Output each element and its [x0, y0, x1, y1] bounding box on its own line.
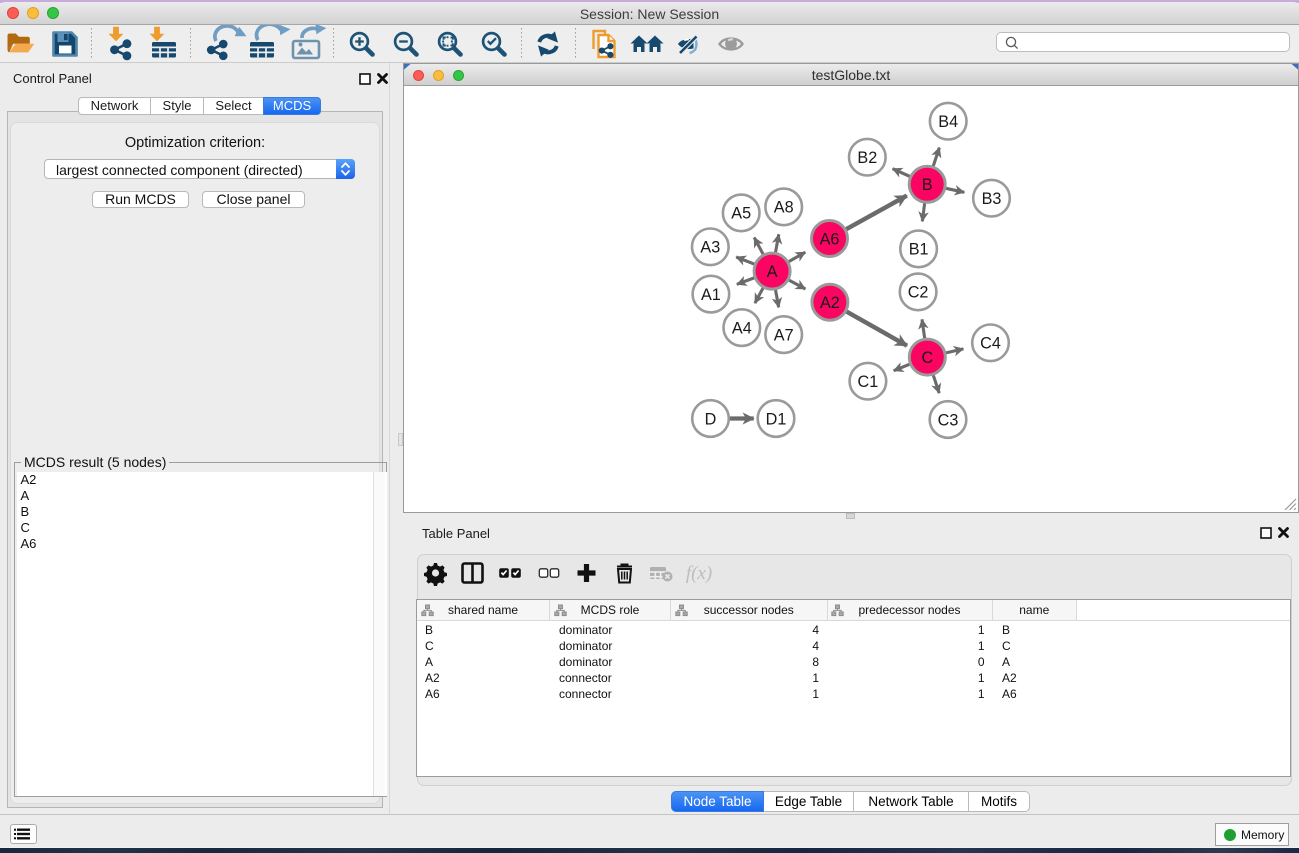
- svg-text:A6: A6: [820, 230, 840, 248]
- svg-text:B1: B1: [909, 241, 929, 259]
- svg-text:A5: A5: [731, 205, 751, 223]
- svg-text:A2: A2: [820, 294, 840, 312]
- svg-text:A7: A7: [774, 326, 794, 344]
- svg-text:D: D: [705, 410, 717, 428]
- svg-text:C1: C1: [858, 373, 879, 391]
- svg-text:B3: B3: [982, 190, 1002, 208]
- svg-text:B: B: [922, 176, 933, 194]
- svg-text:C3: C3: [938, 411, 959, 429]
- svg-text:C2: C2: [908, 284, 929, 302]
- svg-text:C: C: [921, 349, 933, 367]
- svg-text:A4: A4: [732, 319, 752, 337]
- svg-text:B4: B4: [938, 113, 958, 131]
- svg-text:A8: A8: [774, 199, 794, 217]
- svg-text:D1: D1: [766, 410, 787, 428]
- svg-text:B2: B2: [857, 149, 877, 167]
- svg-text:A3: A3: [700, 239, 720, 257]
- svg-text:A1: A1: [701, 286, 721, 304]
- svg-text:A: A: [767, 263, 778, 281]
- svg-text:f(x): f(x): [686, 563, 712, 584]
- svg-text:C4: C4: [980, 335, 1001, 353]
